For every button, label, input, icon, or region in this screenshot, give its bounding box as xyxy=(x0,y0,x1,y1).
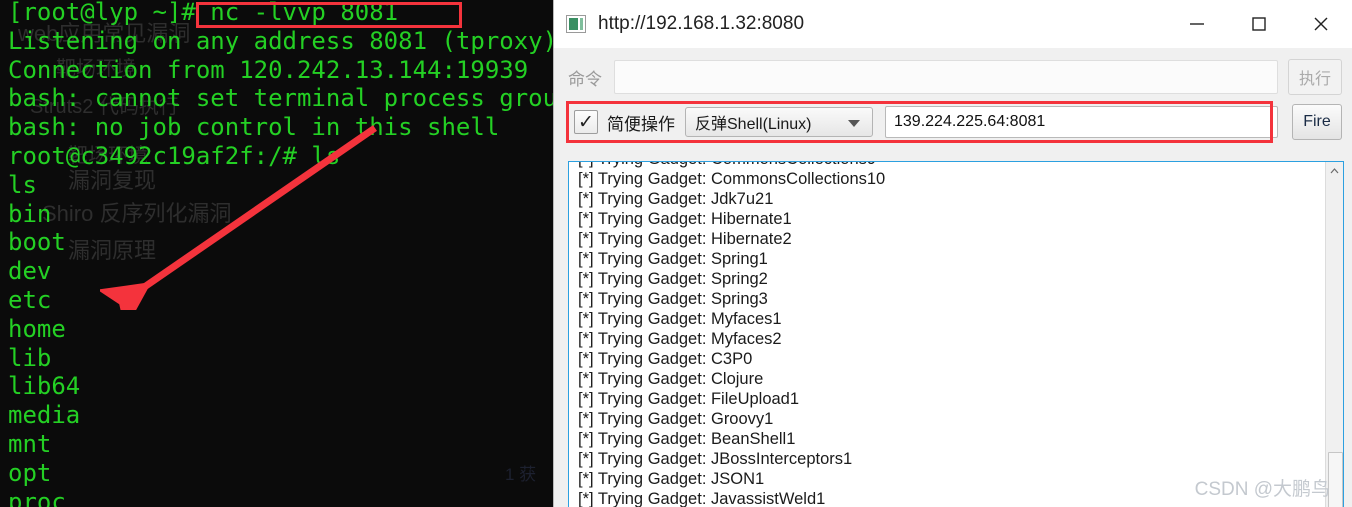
log-line: [*] Trying Gadget: Spring1 xyxy=(578,250,768,268)
window-title: http://192.168.1.32:8080 xyxy=(598,13,805,34)
log-line: [*] Trying Gadget: JBossInterceptors1 xyxy=(578,450,853,468)
terminal-line: root@c3492c19af2f:/# ls xyxy=(8,141,341,170)
app-window-icon xyxy=(566,15,586,33)
window-controls xyxy=(1166,0,1352,48)
log-lines: [*] Trying Gadget: CommonsCollections9[*… xyxy=(578,162,1325,507)
log-line: [*] Trying Gadget: Groovy1 xyxy=(578,410,774,428)
log-line: [*] Trying Gadget: C3P0 xyxy=(578,350,753,368)
log-line: [*] Trying Gadget: Hibernate2 xyxy=(578,230,792,248)
terminal-line: bash: cannot set terminal process group xyxy=(8,84,553,113)
terminal-line: lib xyxy=(8,343,52,372)
log-output-panel: [*] Trying Gadget: CommonsCollections9[*… xyxy=(568,161,1344,507)
log-line: [*] Trying Gadget: Hibernate1 xyxy=(578,210,792,228)
log-line: [*] Trying Gadget: Jdk7u21 xyxy=(578,190,774,208)
log-line: [*] Trying Gadget: CommonsCollections9 xyxy=(578,162,1325,169)
scrollbar-thumb[interactable] xyxy=(1328,452,1343,507)
terminal-output: [root@lyp ~]# nc -lvvp 8081 Listening on … xyxy=(8,0,553,507)
scroll-up-arrow-icon[interactable] xyxy=(1326,162,1343,179)
terminal-line: Connection from 120.242.13.144:19939 xyxy=(8,55,529,84)
terminal-line: [root@lyp ~]# nc -lvvp 8081 xyxy=(8,0,399,26)
minimize-icon[interactable] xyxy=(1166,0,1228,48)
terminal-line: etc xyxy=(8,285,52,314)
terminal-window[interactable]: web应用常见漏洞 靶场环境 Struts2 代码执行 靶场环境 漏洞复现 Shiro 反… xyxy=(0,0,553,507)
check-icon: ✓ xyxy=(578,111,594,133)
fire-button[interactable]: Fire xyxy=(1292,104,1342,140)
command-input[interactable] xyxy=(614,60,1278,94)
simple-operations-label: 简便操作 xyxy=(607,114,675,134)
log-line: [*] Trying Gadget: Spring2 xyxy=(578,270,768,288)
chevron-down-icon xyxy=(848,120,860,127)
terminal-line: home xyxy=(8,314,66,343)
terminal-line: mnt xyxy=(8,429,52,458)
terminal-line: proc xyxy=(8,487,66,507)
maximize-icon[interactable] xyxy=(1228,0,1290,48)
target-address-input[interactable] xyxy=(885,106,1278,138)
simple-operations-checkbox[interactable]: ✓ xyxy=(574,110,598,134)
log-line: [*] Trying Gadget: FileUpload1 xyxy=(578,390,800,408)
window-titlebar: http://192.168.1.32:8080 xyxy=(554,0,1352,48)
log-line: [*] Trying Gadget: JavassistWeld1 xyxy=(578,490,826,507)
terminal-line: bin xyxy=(8,199,52,228)
log-output-area[interactable]: [*] Trying Gadget: CommonsCollections9[*… xyxy=(569,162,1325,507)
terminal-line: media xyxy=(8,401,81,430)
close-icon[interactable] xyxy=(1290,0,1352,48)
execute-button[interactable]: 执行 xyxy=(1288,59,1342,95)
command-row: 命令 执行 xyxy=(554,48,1352,98)
terminal-line: ls xyxy=(8,170,37,199)
screenshot-root: web应用常见漏洞 靶场环境 Struts2 代码执行 靶场环境 漏洞复现 Shiro 反… xyxy=(0,0,1352,507)
log-line: [*] Trying Gadget: Clojure xyxy=(578,370,764,388)
payload-type-value: 反弹Shell(Linux) xyxy=(695,116,812,133)
terminal-line: boot xyxy=(8,228,66,257)
command-label: 命令 xyxy=(568,69,602,89)
payload-type-select[interactable]: 反弹Shell(Linux) xyxy=(685,107,873,137)
log-line: [*] Trying Gadget: Spring3 xyxy=(578,290,768,308)
log-scrollbar[interactable] xyxy=(1325,162,1343,507)
log-line: [*] Trying Gadget: Myfaces2 xyxy=(578,330,782,348)
log-line: [*] Trying Gadget: CommonsCollections10 xyxy=(578,170,886,188)
terminal-line: Listening on any address 8081 (tproxy) xyxy=(8,26,553,55)
terminal-line: dev xyxy=(8,257,52,286)
terminal-faint-label: 1 获 xyxy=(505,465,537,484)
log-line: [*] Trying Gadget: JSON1 xyxy=(578,470,765,488)
terminal-line: bash: no job control in this shell xyxy=(8,113,500,142)
log-line: [*] Trying Gadget: BeanShell1 xyxy=(578,430,796,448)
terminal-line: opt xyxy=(8,458,52,487)
terminal-line: lib64 xyxy=(8,372,81,401)
window-content: 命令 执行 ✓ 简便操作 反弹Shell(Linux) Fire xyxy=(554,48,1352,507)
java-app-window: http://192.168.1.32:8080 命令 执行 ✓ 简便操作 反弹… xyxy=(553,0,1352,507)
log-line: [*] Trying Gadget: Myfaces1 xyxy=(578,310,782,328)
simple-operations-row: ✓ 简便操作 反弹Shell(Linux) Fire xyxy=(554,98,1352,146)
